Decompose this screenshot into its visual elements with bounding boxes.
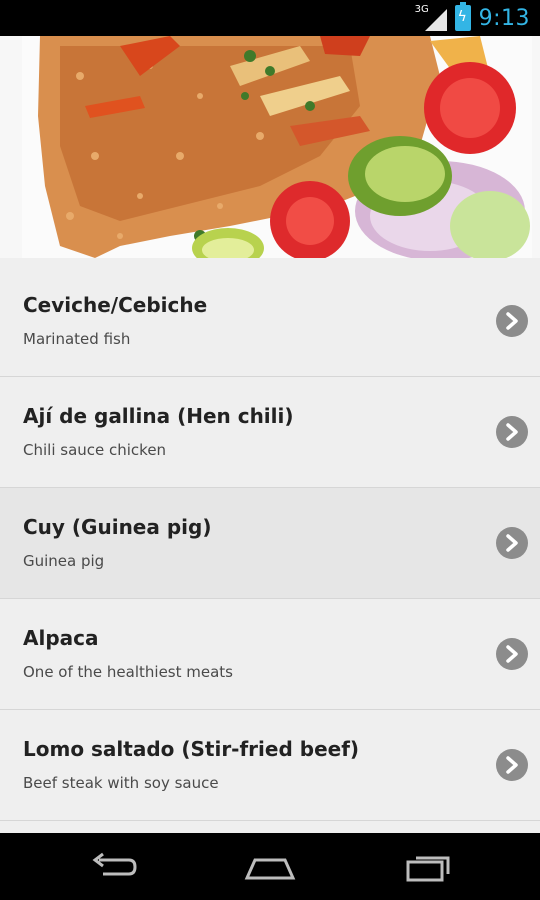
clock: 9:13 (478, 5, 530, 31)
navigation-bar (0, 833, 540, 900)
status-icons: 3G ϟ 9:13 (414, 0, 530, 36)
back-icon[interactable] (83, 847, 143, 887)
list-item[interactable]: Ají de gallina (Hen chili) Chili sauce c… (0, 377, 540, 488)
dish-title: Ají de gallina (Hen chili) (23, 404, 294, 428)
list-item[interactable]: Lomo saltado (Stir-fried beef) Beef stea… (0, 710, 540, 821)
status-bar: 3G ϟ 9:13 (0, 0, 540, 36)
hero-food-image (0, 36, 540, 258)
chevron-right-icon[interactable] (496, 638, 528, 670)
chevron-right-icon[interactable] (496, 527, 528, 559)
list-item[interactable]: Cuy (Guinea pig) Guinea pig (0, 488, 540, 599)
list-item[interactable]: Alpaca One of the healthiest meats (0, 599, 540, 710)
home-icon[interactable] (240, 847, 300, 887)
dish-subtitle: Chili sauce chicken (23, 441, 167, 459)
recent-apps-icon[interactable] (398, 847, 458, 887)
chevron-right-icon[interactable] (496, 305, 528, 337)
dish-subtitle: Guinea pig (23, 552, 105, 570)
list-item[interactable]: Ceviche/Cebiche Marinated fish (0, 266, 540, 377)
network-type: 3G (414, 4, 429, 15)
battery-icon: ϟ (454, 2, 471, 31)
dish-subtitle: Marinated fish (23, 330, 131, 348)
dish-subtitle: Beef steak with soy sauce (23, 774, 219, 792)
dish-title: Cuy (Guinea pig) (23, 515, 212, 539)
dish-subtitle: One of the healthiest meats (23, 663, 233, 681)
chevron-right-icon[interactable] (496, 749, 528, 781)
signal-icon: 3G (414, 4, 447, 31)
dish-list: Ceviche/Cebiche Marinated fish Ají de ga… (0, 266, 540, 821)
chevron-right-icon[interactable] (496, 416, 528, 448)
dish-title: Ceviche/Cebiche (23, 293, 208, 317)
dish-title: Alpaca (23, 626, 99, 650)
dish-title: Lomo saltado (Stir-fried beef) (23, 737, 360, 761)
